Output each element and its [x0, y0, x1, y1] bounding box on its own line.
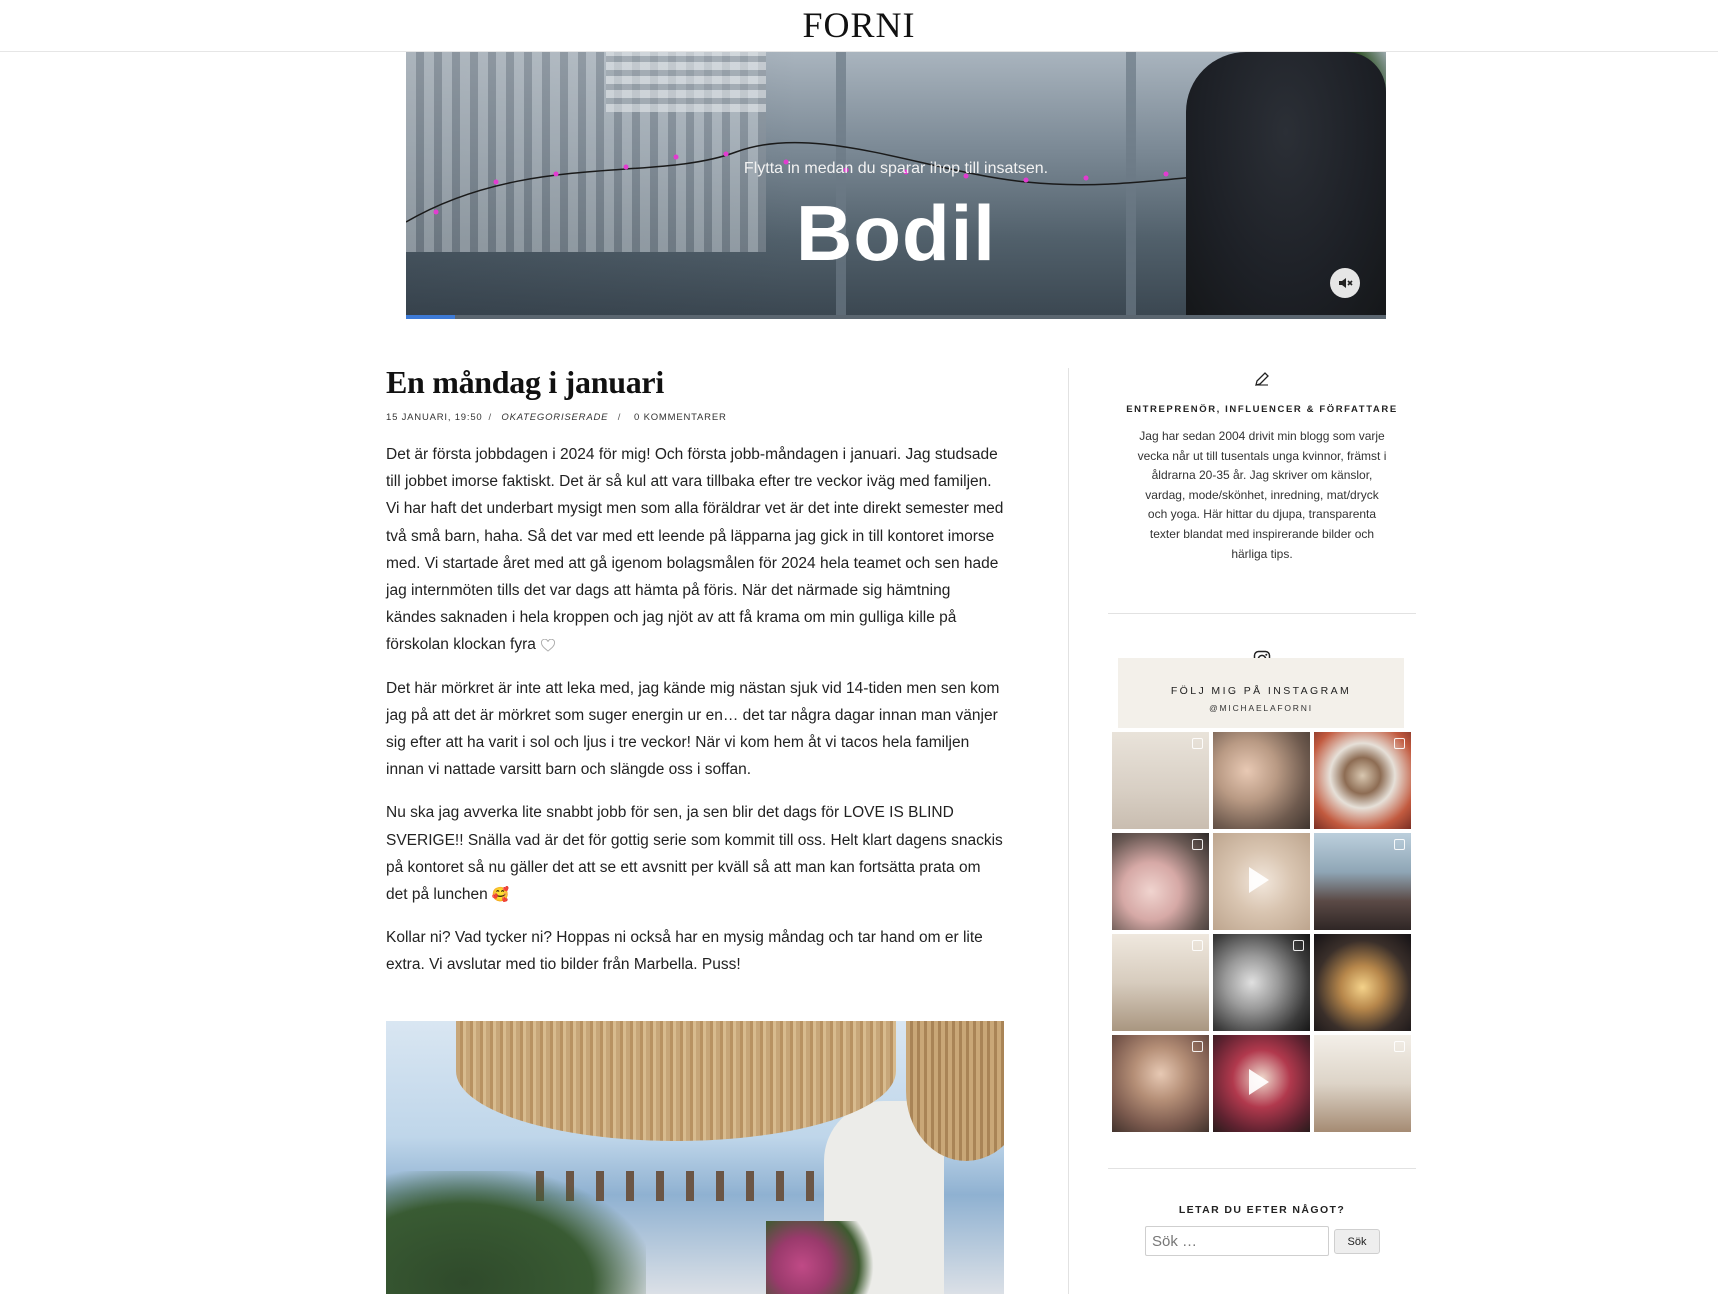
carousel-icon [1192, 738, 1203, 749]
banner-brand: Bodil [796, 189, 996, 277]
post-paragraph: Nu ska jag avverka lite snabbt jobb för … [386, 799, 1004, 908]
post-meta: 15 januari, 19:50/ Okategoriserade / 0 k… [386, 412, 727, 423]
instagram-grid [1112, 732, 1412, 1132]
instagram-post[interactable] [1112, 934, 1209, 1031]
site-header: FORNI [0, 0, 1718, 52]
video-progress-bar[interactable] [406, 315, 1386, 319]
post-title[interactable]: En måndag i januari [386, 364, 1004, 401]
instagram-post[interactable] [1314, 934, 1411, 1031]
search-button[interactable]: Sök [1334, 1229, 1380, 1254]
play-icon [1249, 867, 1269, 893]
smiling-hearts-emoji: 🥰 [491, 886, 510, 903]
carousel-icon [1394, 839, 1405, 850]
video-ad-banner[interactable]: Flytta in medan du sparar ihop till insa… [406, 52, 1386, 319]
image-lamp [456, 1021, 896, 1141]
sidebar-divider [1108, 1168, 1416, 1169]
post-paragraph: Det här mörkret är inte att leka med, ja… [386, 679, 1000, 779]
search-input[interactable] [1145, 1226, 1329, 1256]
video-progress-fill [406, 315, 455, 319]
column-divider [1068, 368, 1069, 1294]
site-logo[interactable]: FORNI [0, 4, 1718, 46]
carousel-icon [1192, 1041, 1203, 1052]
heart-icon [540, 638, 555, 652]
instagram-post[interactable] [1314, 732, 1411, 829]
instagram-post[interactable] [1112, 1035, 1209, 1132]
carousel-icon [1293, 940, 1304, 951]
image-trees [386, 1171, 646, 1294]
banner-tagline: Flytta in medan du sparar ihop till insa… [743, 160, 1049, 177]
instagram-post[interactable] [1213, 732, 1310, 829]
pen-icon [1255, 372, 1269, 386]
post-body: Det är första jobbdagen i 2024 för mig! … [386, 441, 1004, 979]
image-flowers [766, 1221, 886, 1294]
speaker-muted-icon[interactable] [1330, 268, 1360, 298]
instagram-post[interactable] [1112, 833, 1209, 930]
blog-post: En måndag i januari 15 januari, 19:50/ O… [386, 364, 1004, 1294]
post-image-marbella[interactable] [386, 1021, 1004, 1294]
instagram-title: FÖLJ MIG PÅ INSTAGRAM [1170, 685, 1352, 697]
post-date: 15 januari, 19:50 [386, 412, 483, 423]
carousel-icon [1394, 1041, 1405, 1052]
banner-building-top-bg [606, 52, 766, 112]
post-paragraph: Kollar ni? Vad tycker ni? Hoppas ni ocks… [386, 929, 983, 974]
sidebar: ENTREPRENÖR, INFLUENCER & FÖRFATTARE Jag… [1108, 364, 1416, 1256]
instagram-post[interactable] [1213, 833, 1310, 930]
play-icon [1249, 1069, 1269, 1095]
instagram-post[interactable] [1112, 732, 1209, 829]
instagram-post[interactable] [1314, 833, 1411, 930]
instagram-header[interactable]: FÖLJ MIG PÅ INSTAGRAM @MICHAELAFORNI [1118, 658, 1404, 728]
instagram-post[interactable] [1213, 1035, 1310, 1132]
instagram-post[interactable] [1213, 934, 1310, 1031]
post-category-link[interactable]: Okategoriserade [501, 412, 608, 423]
post-comments-link[interactable]: 0 kommentarer [634, 412, 727, 423]
instagram-handle[interactable]: @MICHAELAFORNI [1118, 703, 1404, 713]
post-paragraph: Det är första jobbdagen i 2024 för mig! … [386, 446, 1004, 654]
author-bio: Jag har sedan 2004 drivit min blogg som … [1137, 429, 1387, 561]
carousel-icon [1192, 839, 1203, 850]
carousel-icon [1192, 940, 1203, 951]
carousel-icon [1394, 738, 1405, 749]
author-role: ENTREPRENÖR, INFLUENCER & FÖRFATTARE [1126, 404, 1398, 415]
sidebar-divider [1108, 613, 1416, 614]
search-label: LETAR DU EFTER NÅGOT? [1178, 1204, 1346, 1216]
instagram-post[interactable] [1314, 1035, 1411, 1132]
